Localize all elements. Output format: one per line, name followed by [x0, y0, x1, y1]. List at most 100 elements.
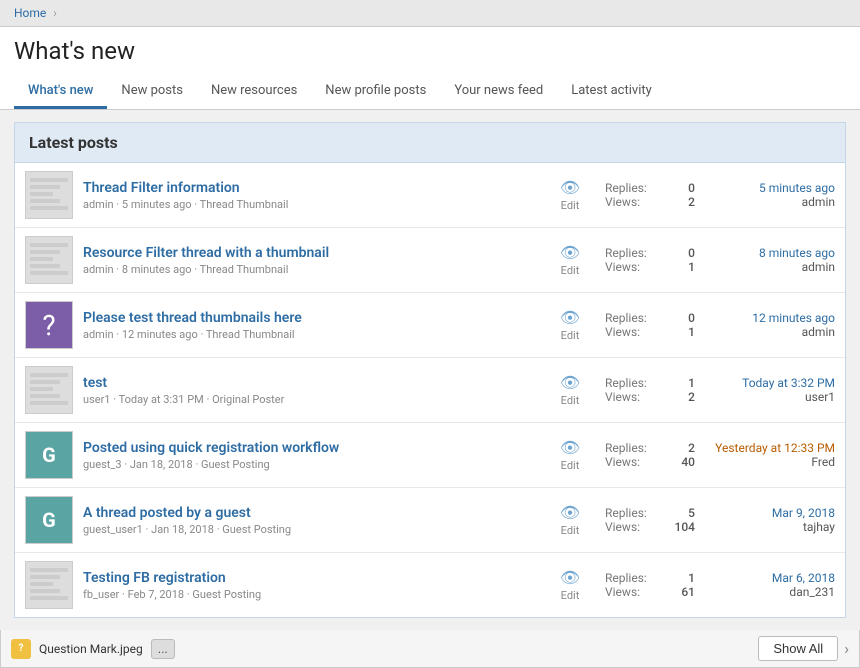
- post-title[interactable]: Testing FB registration: [83, 570, 535, 586]
- post-author[interactable]: tajhay: [705, 520, 835, 534]
- post-info: Please test thread thumbnails here admin…: [83, 310, 535, 341]
- edit-link[interactable]: Edit: [561, 199, 580, 212]
- post-info: Resource Filter thread with a thumbnail …: [83, 245, 535, 276]
- post-author[interactable]: dan_231: [705, 585, 835, 599]
- tab-your-news-feed[interactable]: Your news feed: [440, 75, 557, 109]
- views-label: Views:: [605, 455, 640, 469]
- edit-link[interactable]: Edit: [561, 264, 580, 277]
- post-stats: Replies: 2 Views: 40: [605, 441, 695, 469]
- post-actions: 👁 Edit: [545, 243, 595, 277]
- post-thumbnail: G: [25, 496, 73, 544]
- more-options-button[interactable]: ...: [151, 639, 175, 659]
- post-author[interactable]: admin: [705, 325, 835, 339]
- post-actions: 👁 Edit: [545, 178, 595, 212]
- tab-new-resources[interactable]: New resources: [197, 75, 311, 109]
- views-label: Views:: [605, 260, 640, 274]
- post-title[interactable]: Please test thread thumbnails here: [83, 310, 535, 326]
- chevron-right-icon[interactable]: ›: [844, 639, 849, 658]
- table-row: G Posted using quick registration workfl…: [15, 423, 845, 488]
- post-stats: Replies: 0 Views: 2: [605, 181, 695, 209]
- post-stats: Replies: 0 Views: 1: [605, 246, 695, 274]
- post-thumbnail: ?: [25, 301, 73, 349]
- eye-icon[interactable]: 👁: [560, 308, 580, 327]
- post-actions: 👁 Edit: [545, 503, 595, 537]
- page-title: What's new: [14, 37, 846, 65]
- post-info: test user1 · Today at 3:31 PM · Original…: [83, 375, 535, 406]
- file-type-icon: ?: [11, 639, 31, 659]
- post-time: 8 minutes ago admin: [705, 246, 835, 274]
- eye-icon[interactable]: 👁: [560, 503, 580, 522]
- post-thumbnail: [25, 366, 73, 414]
- replies-label: Replies:: [605, 311, 647, 325]
- post-author[interactable]: user1: [705, 390, 835, 404]
- replies-value: 1: [688, 376, 695, 390]
- views-label: Views:: [605, 390, 640, 404]
- post-time: 12 minutes ago admin: [705, 311, 835, 339]
- section-title: Latest posts: [14, 122, 846, 162]
- table-row: Resource Filter thread with a thumbnail …: [15, 228, 845, 293]
- post-timestamp: 8 minutes ago: [705, 246, 835, 260]
- tab-new-posts[interactable]: New posts: [107, 75, 197, 109]
- edit-link[interactable]: Edit: [561, 394, 580, 407]
- post-author[interactable]: Fred: [705, 455, 835, 469]
- edit-link[interactable]: Edit: [561, 329, 580, 342]
- table-row: Testing FB registration fb_user · Feb 7,…: [15, 553, 845, 617]
- views-label: Views:: [605, 325, 640, 339]
- tab-new-profile-posts[interactable]: New profile posts: [311, 75, 440, 109]
- file-name: Question Mark.jpeg: [39, 642, 143, 656]
- replies-label: Replies:: [605, 441, 647, 455]
- replies-label: Replies:: [605, 376, 647, 390]
- post-title[interactable]: test: [83, 375, 535, 391]
- show-all-button[interactable]: Show All: [758, 636, 838, 661]
- post-meta: admin · 5 minutes ago · Thread Thumbnail: [83, 198, 535, 211]
- post-time: Today at 3:32 PM user1: [705, 376, 835, 404]
- tab-whats-new[interactable]: What's new: [14, 75, 107, 109]
- tabs-nav: What's newNew postsNew resourcesNew prof…: [14, 75, 846, 109]
- edit-link[interactable]: Edit: [561, 589, 580, 602]
- post-info: Testing FB registration fb_user · Feb 7,…: [83, 570, 535, 601]
- post-info: Posted using quick registration workflow…: [83, 440, 535, 471]
- post-actions: 👁 Edit: [545, 373, 595, 407]
- eye-icon[interactable]: 👁: [560, 373, 580, 392]
- views-label: Views:: [605, 520, 640, 534]
- eye-icon[interactable]: 👁: [560, 568, 580, 587]
- table-row: G A thread posted by a guest guest_user1…: [15, 488, 845, 553]
- views-value: 61: [681, 585, 695, 599]
- post-meta: user1 · Today at 3:31 PM · Original Post…: [83, 393, 535, 406]
- post-author[interactable]: admin: [705, 260, 835, 274]
- table-row: test user1 · Today at 3:31 PM · Original…: [15, 358, 845, 423]
- bottom-left: ? Question Mark.jpeg ...: [11, 639, 175, 659]
- views-value: 2: [688, 390, 695, 404]
- post-time: Mar 6, 2018 dan_231: [705, 571, 835, 599]
- replies-value: 0: [688, 246, 695, 260]
- post-thumbnail: G: [25, 431, 73, 479]
- post-stats: Replies: 1 Views: 61: [605, 571, 695, 599]
- replies-label: Replies:: [605, 506, 647, 520]
- post-author[interactable]: admin: [705, 195, 835, 209]
- post-title[interactable]: Resource Filter thread with a thumbnail: [83, 245, 535, 261]
- views-value: 104: [675, 520, 695, 534]
- replies-value: 5: [688, 506, 695, 520]
- replies-value: 2: [688, 441, 695, 455]
- eye-icon[interactable]: 👁: [560, 438, 580, 457]
- post-meta: guest_user1 · Jan 18, 2018 · Guest Posti…: [83, 523, 535, 536]
- post-timestamp: Mar 9, 2018: [705, 506, 835, 520]
- replies-value: 0: [688, 181, 695, 195]
- breadcrumb-home[interactable]: Home: [14, 6, 46, 20]
- post-meta: admin · 8 minutes ago · Thread Thumbnail: [83, 263, 535, 276]
- post-title[interactable]: A thread posted by a guest: [83, 505, 535, 521]
- post-time: Mar 9, 2018 tajhay: [705, 506, 835, 534]
- post-timestamp: 12 minutes ago: [705, 311, 835, 325]
- edit-link[interactable]: Edit: [561, 524, 580, 537]
- post-title[interactable]: Thread Filter information: [83, 180, 535, 196]
- replies-label: Replies:: [605, 246, 647, 260]
- edit-link[interactable]: Edit: [561, 459, 580, 472]
- views-value: 2: [688, 195, 695, 209]
- post-stats: Replies: 1 Views: 2: [605, 376, 695, 404]
- tab-latest-activity[interactable]: Latest activity: [557, 75, 666, 109]
- views-value: 1: [688, 325, 695, 339]
- post-title[interactable]: Posted using quick registration workflow: [83, 440, 535, 456]
- breadcrumb: Home ›: [0, 0, 860, 27]
- eye-icon[interactable]: 👁: [560, 243, 580, 262]
- eye-icon[interactable]: 👁: [560, 178, 580, 197]
